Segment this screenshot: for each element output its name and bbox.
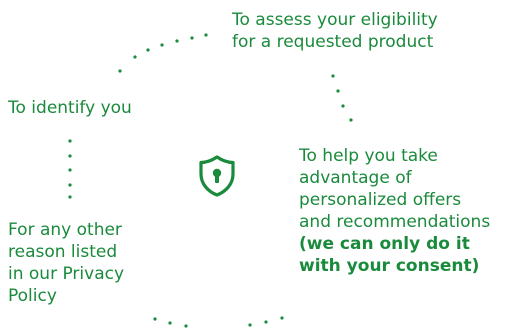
purpose-other-line-1: For any other [8, 220, 122, 240]
connector-dot [146, 48, 150, 52]
purpose-other-privacy-policy: For any other reason listed in our Priva… [8, 219, 124, 307]
purpose-assess-line-1: To assess your eligibility [232, 10, 438, 30]
connector-dot [133, 55, 137, 59]
connector-dot [118, 69, 122, 73]
purpose-offers-line-2: advantage of [299, 168, 412, 188]
connector-dot [349, 118, 353, 122]
connector-dot [153, 317, 157, 321]
purpose-offers-line-1: To help you take [299, 146, 438, 166]
consent-note-line-1: (we can only do it [299, 234, 470, 254]
purpose-other-line-4: Policy [8, 286, 57, 306]
purpose-personalized-offers: To help you take advantage of personaliz… [299, 145, 490, 277]
connector-dot [68, 168, 72, 172]
connector-dot [68, 154, 72, 158]
shield-keyhole-icon [199, 155, 235, 197]
connector-dot [168, 321, 172, 325]
consent-note-line-2: with your consent) [299, 256, 480, 276]
purpose-identify-line-1: To identify you [8, 98, 132, 118]
connector-dot [184, 324, 188, 328]
connector-dot [331, 74, 335, 78]
connector-dot [68, 195, 72, 199]
connector-dot [280, 316, 284, 320]
connector-dot [175, 39, 179, 43]
purpose-offers-line-4: and recommendations [299, 212, 491, 232]
connector-dot [341, 104, 345, 108]
purpose-assess-line-2: for a requested product [232, 32, 434, 52]
purpose-offers-line-3: personalized offers [299, 190, 462, 210]
purpose-identify-you: To identify you [8, 97, 132, 119]
connector-dot [190, 36, 194, 40]
connector-dot [68, 139, 72, 143]
connector-dot [68, 183, 72, 187]
connector-dot [336, 89, 340, 93]
connector-dot [204, 33, 208, 37]
purpose-other-line-3: in our Privacy [8, 264, 125, 284]
purpose-other-line-2: reason listed [8, 242, 118, 262]
purpose-assess-eligibility: To assess your eligibility for a request… [232, 9, 438, 53]
connector-dot [160, 43, 164, 47]
connector-dot [264, 320, 268, 324]
connector-dot [248, 323, 252, 327]
